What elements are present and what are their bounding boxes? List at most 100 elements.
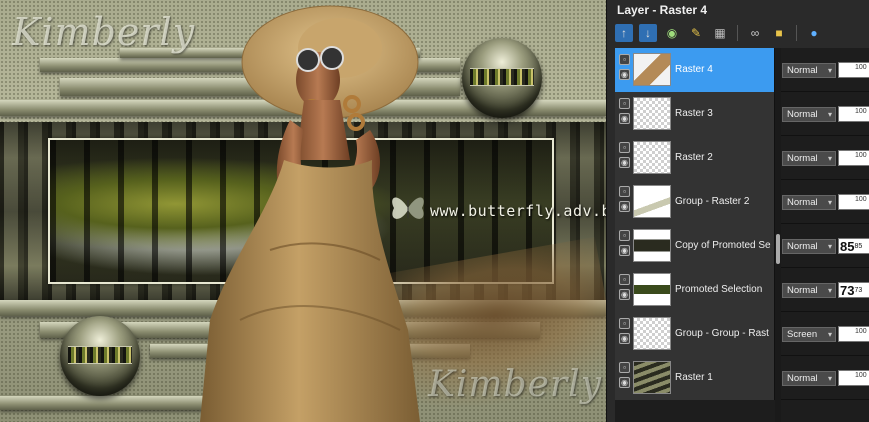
visibility-icon[interactable]: ◉ [619,245,630,256]
watermark-top: Kimberly [12,10,196,54]
layers-panel: Layer - Raster 4 ↑ ↓ ◉ ✎ ▦ ∞ ■ ● ▫ ◉ Rast… [606,0,869,422]
opacity-field[interactable]: 100 [838,62,869,78]
layer-name-cell[interactable]: ▫ ◉ Copy of Promoted Se [615,224,775,268]
layer-toggles: ▫ ◉ [619,186,631,218]
layer-row-copy-of-promoted-selection[interactable]: ▫◉ Copy of Promoted Se Normal 8585 [615,224,869,268]
visibility-icon[interactable]: ◉ [619,201,630,212]
opacity-field[interactable]: 7373 [838,282,869,298]
layer-name-cell[interactable]: ▫ ◉ Raster 2 [615,136,775,180]
layer-name-cell[interactable]: ▫ ◉ Raster 1 [615,356,775,400]
layer-name: Raster 4 [675,64,713,75]
new-layer-icon[interactable]: ↑ [615,24,633,42]
layer-row-promoted-selection[interactable]: ▫◉ Promoted Selection Normal 7373 [615,268,869,312]
layer-type-icon: ▫ [619,230,630,241]
layer-thumbnail [633,97,671,130]
layer-row-raster-2[interactable]: ▫◉ Raster 2 Normal 100 [615,136,869,180]
layers-toolbar: ↑ ↓ ◉ ✎ ▦ ∞ ■ ● [615,22,823,44]
layer-type-icon: ▫ [619,362,630,373]
layer-toggles: ▫ ◉ [619,318,631,350]
layer-name: Group - Raster 2 [675,196,750,207]
opacity-field[interactable]: 100 [838,194,869,210]
opacity-field[interactable]: 100 [838,150,869,166]
layer-name-cell[interactable]: ▫ ◉ Group - Raster 2 [615,180,775,224]
visibility-icon[interactable]: ◉ [619,113,630,124]
layer-toggles: ▫ ◉ [619,362,631,394]
scrollbar-thumb[interactable] [776,234,780,264]
layer-thumbnail [633,229,671,262]
visibility-icon[interactable]: ◉ [619,333,630,344]
layer-name-cell[interactable]: ▫ ◉ Raster 3 [615,92,775,136]
opacity-field[interactable]: 8585 [838,238,869,254]
layer-name-cell[interactable]: ▫ ◉ Group - Group - Rast [615,312,775,356]
layer-row-group-raster-2[interactable]: ▫◉ Group - Raster 2 Normal 100 [615,180,869,224]
link-icon[interactable]: ∞ [746,24,764,42]
layer-thumbnail [633,361,671,394]
layer-toggles: ▫ ◉ [619,274,631,306]
edit-icon[interactable]: ✎ [687,24,705,42]
opacity-field[interactable]: 100 [838,326,869,342]
opacity-small: 85 [854,243,863,250]
layer-thumbnail [633,185,671,218]
panel-title: Layer - Raster 4 [617,3,708,17]
orb-bottom-left [60,316,140,396]
toolbar-separator [796,25,797,41]
woman-figure [200,5,420,422]
opacity-value: 73 [840,283,855,298]
layer-type-icon: ▫ [619,318,630,329]
delete-layer-icon[interactable]: ▦ [711,24,729,42]
layer-toggles: ▫ ◉ [619,54,631,86]
layer-toggles: ▫ ◉ [619,98,631,130]
blend-mode-select[interactable]: Normal [782,107,836,122]
layer-row-raster-4[interactable]: ▫◉ Raster 4 Normal 100 [615,48,869,92]
opacity-field[interactable]: 100 [838,370,869,386]
layer-name: Group - Group - Rast [675,328,769,339]
layer-thumbnail [633,317,671,350]
orb-strip [470,68,534,86]
blend-mode-select[interactable]: Normal [782,283,836,298]
layer-row-raster-1[interactable]: ▫◉ Raster 1 Normal 100 [615,356,869,400]
layer-name: Raster 1 [675,372,713,383]
visibility-icon[interactable]: ◉ [619,289,630,300]
visibility-icon[interactable]: ◉ [619,69,630,80]
layer-name: Raster 2 [675,152,713,163]
layer-type-icon: ▫ [619,274,630,285]
visibility-icon[interactable]: ◉ [663,24,681,42]
blend-mode-select[interactable]: Normal [782,239,836,254]
layer-type-icon: ▫ [619,186,630,197]
visibility-icon[interactable]: ◉ [619,377,630,388]
layer-toggles: ▫ ◉ [619,230,631,262]
layer-row-raster-3[interactable]: ▫◉ Raster 3 Normal 100 [615,92,869,136]
layer-thumbnail [633,53,671,86]
visibility-icon[interactable]: ◉ [619,157,630,168]
layer-thumbnail [633,273,671,306]
watermark-url: www.butterfly.adv.br [430,202,606,220]
lock-icon[interactable]: ■ [770,24,788,42]
layer-list[interactable]: ▫◉ Raster 4 Normal 100 ▫◉ Raster 3 Norma… [615,48,869,422]
layer-type-icon: ▫ [619,54,630,65]
orb-strip [68,346,132,364]
blend-mode-select[interactable]: Screen [782,327,836,342]
layer-name: Raster 3 [675,108,713,119]
layer-name-cell[interactable]: ▫ ◉ Promoted Selection [615,268,775,312]
layer-name: Copy of Promoted Se [675,240,771,251]
opacity-field[interactable]: 100 [838,106,869,122]
opacity-value: 85 [840,239,855,254]
toolbar-separator [737,25,738,41]
opacity-small: 73 [854,287,863,294]
layer-name: Promoted Selection [675,284,763,295]
layer-name-cell[interactable]: ▫ ◉ Raster 4 [615,48,775,92]
watermark-bottom: Kimberly [428,364,602,405]
properties-icon[interactable]: ● [805,24,823,42]
orb-top-right [462,38,542,118]
blend-mode-select[interactable]: Normal [782,151,836,166]
blend-mode-select[interactable]: Normal [782,195,836,210]
layer-thumbnail [633,141,671,174]
layer-type-icon: ▫ [619,98,630,109]
layer-row-group-group-raster[interactable]: ▫◉ Group - Group - Rast Screen 100 [615,312,869,356]
merge-down-icon[interactable]: ↓ [639,24,657,42]
blend-mode-select[interactable]: Normal [782,63,836,78]
layer-toggles: ▫ ◉ [619,142,631,174]
image-canvas[interactable]: www.butterfly.adv.br Kimberly Kimberly [0,0,606,422]
layer-type-icon: ▫ [619,142,630,153]
blend-mode-select[interactable]: Normal [782,371,836,386]
